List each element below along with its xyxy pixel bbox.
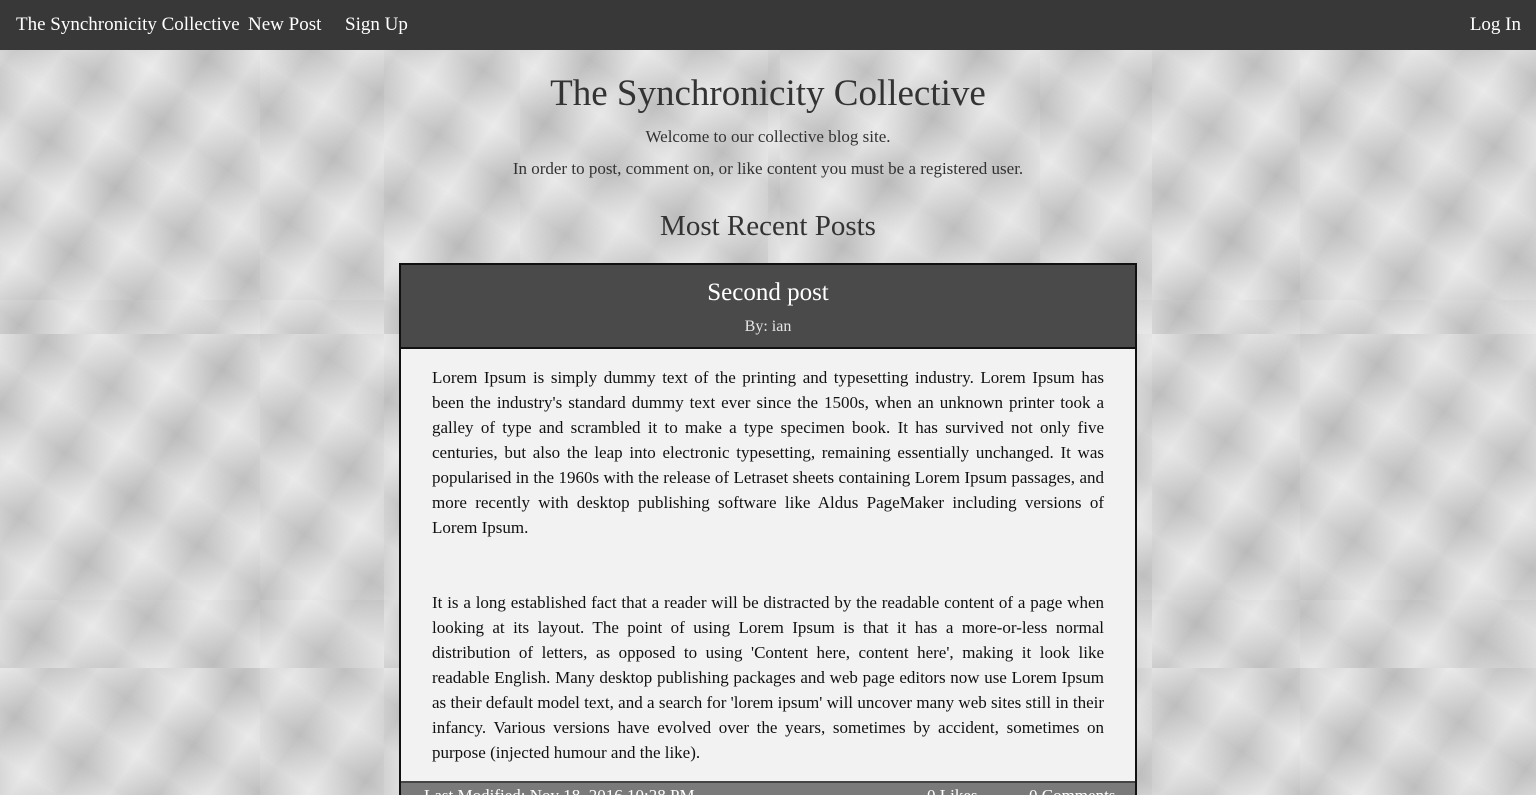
- likes-link[interactable]: 0 Likes: [927, 786, 978, 795]
- post-paragraph: Lorem Ipsum is simply dummy text of the …: [432, 368, 1104, 537]
- nav-log-in-link[interactable]: Log In: [1470, 14, 1521, 36]
- post-author: By: ian: [744, 318, 792, 335]
- nav-sign-up-link[interactable]: Sign Up: [345, 14, 408, 36]
- post-title[interactable]: Second post: [401, 279, 1135, 307]
- comments-link[interactable]: 0 Comments: [1029, 786, 1115, 795]
- post-footer: Last Modified: Nov 18, 2016 10:28 PM 0 L…: [401, 781, 1135, 795]
- post-header: Second post By: ian: [401, 265, 1135, 349]
- post-paragraph: It is a long established fact that a rea…: [432, 593, 1104, 762]
- site-title: The Synchronicity Collective: [550, 73, 986, 114]
- last-modified-text: Last Modified: Nov 18, 2016 10:28 PM: [424, 786, 695, 795]
- recent-posts-heading: Most Recent Posts: [660, 210, 876, 242]
- registration-notice: In order to post, comment on, or like co…: [512, 159, 1024, 178]
- nav-brand-link[interactable]: The Synchronicity Collective: [16, 14, 240, 36]
- post-card: Second post By: ian Lorem Ipsum is simpl…: [399, 263, 1137, 795]
- welcome-text: Welcome to our collective blog site.: [645, 127, 891, 146]
- top-navbar: The Synchronicity Collective New Post Si…: [0, 0, 1536, 50]
- nav-new-post-link[interactable]: New Post: [248, 14, 321, 36]
- post-body: Lorem Ipsum is simply dummy text of the …: [432, 365, 1104, 795]
